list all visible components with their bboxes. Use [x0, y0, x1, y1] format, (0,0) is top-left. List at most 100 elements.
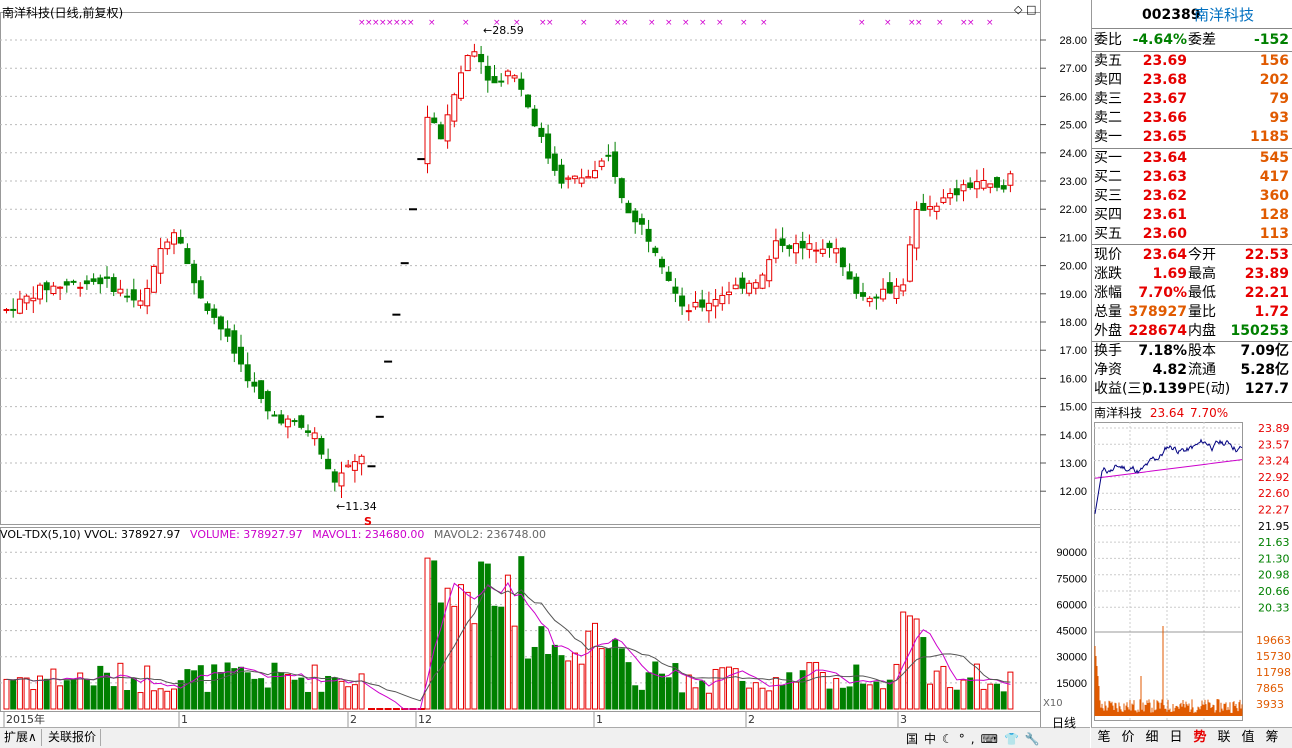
period-label[interactable]: 日线 — [1052, 714, 1076, 731]
quote-tab[interactable]: 细 — [1140, 729, 1164, 746]
intraday-price-label: 23.24 — [1258, 455, 1290, 468]
candle-body — [886, 282, 893, 294]
candle-body — [565, 177, 572, 180]
candle-body — [144, 287, 151, 307]
candle-body — [63, 281, 70, 286]
tab-related-quotes[interactable]: 关联报价 — [44, 729, 102, 746]
volume-bar — [592, 622, 598, 710]
kline-chart-area[interactable]: 28.00 27.00 26.00 25.00 24.00 23.00 22.00 21.00… — [0, 0, 1090, 747]
volume-bar — [284, 674, 291, 710]
vol-indicator-name[interactable]: VOL-TDX(5,10) — [0, 528, 81, 541]
candle-body — [384, 360, 393, 363]
volume-bar — [900, 611, 907, 710]
candle-body — [358, 455, 365, 465]
volume-bar — [164, 690, 171, 710]
volume-bar — [659, 673, 665, 710]
price-axis-label: 18.00 — [1059, 317, 1087, 329]
candle-body — [659, 258, 665, 268]
volume-bar — [358, 673, 365, 710]
volume-bar — [478, 561, 485, 710]
quote-tab[interactable]: 价 — [1116, 729, 1140, 746]
candle-body — [37, 284, 43, 300]
candle-body — [251, 381, 258, 387]
volume-bar — [43, 678, 50, 710]
event-marker: × — [986, 18, 994, 28]
volume-bar — [110, 686, 117, 710]
volume-bar — [10, 679, 17, 710]
event-marker: × — [428, 18, 436, 28]
event-marker: × — [858, 18, 866, 28]
candle-body — [157, 248, 164, 274]
event-marker: × — [513, 18, 521, 28]
candle-body — [786, 245, 793, 249]
volume-bar — [318, 691, 325, 710]
chart-options-icon[interactable]: ◇ □ — [1014, 3, 1036, 16]
candle-body — [960, 184, 967, 192]
candle-body — [83, 280, 90, 285]
volume-bar — [311, 664, 318, 710]
price-axis-label: 24.00 — [1059, 148, 1087, 160]
volume-axis-label: 60000 — [1056, 599, 1087, 611]
candle-body — [345, 464, 352, 468]
price-axis-label: 25.00 — [1059, 120, 1087, 132]
candle-body — [431, 117, 438, 124]
buy-row: 买一 23.64 545 — [1094, 150, 1289, 166]
candle-body — [799, 240, 806, 249]
volume-bar — [833, 678, 840, 710]
intraday-price-label: 20.33 — [1258, 601, 1290, 614]
candle-body — [217, 316, 224, 330]
candle-body — [3, 309, 10, 312]
candle-body — [705, 302, 712, 312]
buy-row: 买五 23.60 113 — [1094, 226, 1289, 242]
price-axis-label: 14.00 — [1059, 430, 1087, 442]
candle-body — [224, 328, 231, 337]
volume-bar — [3, 678, 10, 710]
candle-body — [498, 80, 505, 83]
volume-bar — [197, 665, 204, 710]
quote-tab[interactable]: 日 — [1164, 729, 1188, 746]
candle-body — [451, 94, 458, 122]
candle-body — [291, 420, 298, 423]
candle-body — [853, 276, 860, 294]
candle-body — [719, 294, 726, 305]
candle-body — [598, 160, 605, 167]
quote-tab[interactable]: 值 — [1236, 729, 1260, 746]
quote-tab[interactable]: 势 — [1188, 729, 1212, 746]
volume-bar — [873, 681, 880, 710]
candle-body — [444, 114, 451, 142]
volume-bar — [960, 679, 967, 710]
volume-bar — [752, 682, 759, 710]
candle-body — [331, 471, 338, 483]
event-marker: × — [462, 18, 470, 28]
event-marker: × — [580, 18, 588, 28]
intraday-chart[interactable]: 23.89 23.57 23.24 22.92 22.60 22.27 21.95 21.63… — [1092, 418, 1292, 727]
volume-bar — [278, 672, 285, 710]
volume-bar — [531, 646, 538, 710]
intraday-vol-label: 7865 — [1256, 682, 1284, 695]
quote-tab[interactable]: 筹 — [1260, 729, 1284, 746]
volume-unit-label: X10 — [1043, 698, 1063, 709]
volume-bar — [338, 680, 345, 710]
candle-body — [164, 241, 171, 250]
quote-tab[interactable]: 笔 — [1092, 729, 1116, 746]
candle-body — [150, 265, 157, 293]
volume-bar — [779, 685, 786, 710]
candle-body — [409, 208, 417, 211]
candle-body — [117, 288, 124, 294]
tab-expand[interactable]: 扩展∧ — [0, 729, 42, 746]
candle-body — [305, 430, 311, 433]
volume-bar — [538, 626, 545, 710]
volume-bar — [806, 662, 813, 710]
candle-body — [940, 197, 947, 203]
kline-chart[interactable]: 28.00 27.00 26.00 25.00 24.00 23.00 22.00 21.00… — [0, 0, 1090, 727]
candle-body — [638, 218, 645, 225]
volume-bar — [933, 670, 940, 710]
volume-bar — [345, 686, 352, 710]
stock-header: 002389 南洋科技 — [1092, 6, 1292, 25]
candle-body — [1007, 173, 1014, 186]
candle-body — [699, 299, 706, 308]
candle-body — [947, 193, 954, 199]
quote-tab[interactable]: 联 — [1212, 729, 1236, 746]
tray-icons[interactable]: 国中☾°,⌨👕🔧 — [906, 730, 1046, 747]
price-axis-label: 12.00 — [1059, 486, 1087, 498]
